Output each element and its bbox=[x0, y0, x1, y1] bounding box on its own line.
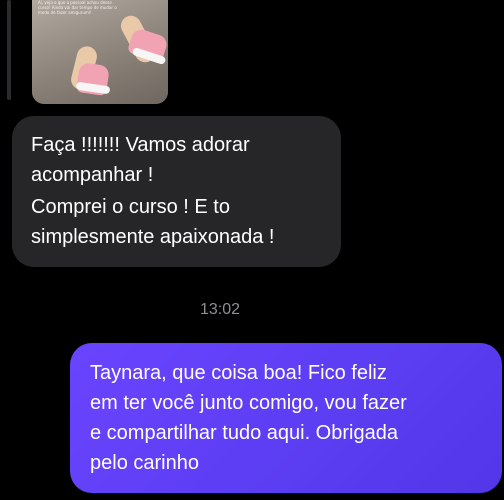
story-caption: Ai, veja o que o pessoal achou desse cur… bbox=[38, 0, 117, 15]
reply-indicator-bar bbox=[7, 0, 11, 100]
outgoing-message-text: Taynara, que coisa boa! Fico feliz em te… bbox=[90, 362, 407, 474]
outgoing-message-bubble[interactable]: Taynara, que coisa boa! Fico feliz em te… bbox=[70, 343, 502, 493]
incoming-message-line: Faça !!!!!!! Vamos adorar acompanhar ! bbox=[31, 134, 250, 186]
chat-thread: Ai, veja o que o pessoal achou desse cur… bbox=[0, 0, 504, 500]
incoming-message-line: Comprei o curso ! E to simplesmente apai… bbox=[31, 196, 275, 248]
incoming-message-bubble[interactable]: Faça !!!!!!! Vamos adorar acompanhar ! C… bbox=[12, 116, 341, 267]
message-timestamp: 13:02 bbox=[199, 301, 241, 318]
story-reply-thumbnail[interactable]: Ai, veja o que o pessoal achou desse cur… bbox=[32, 0, 168, 104]
